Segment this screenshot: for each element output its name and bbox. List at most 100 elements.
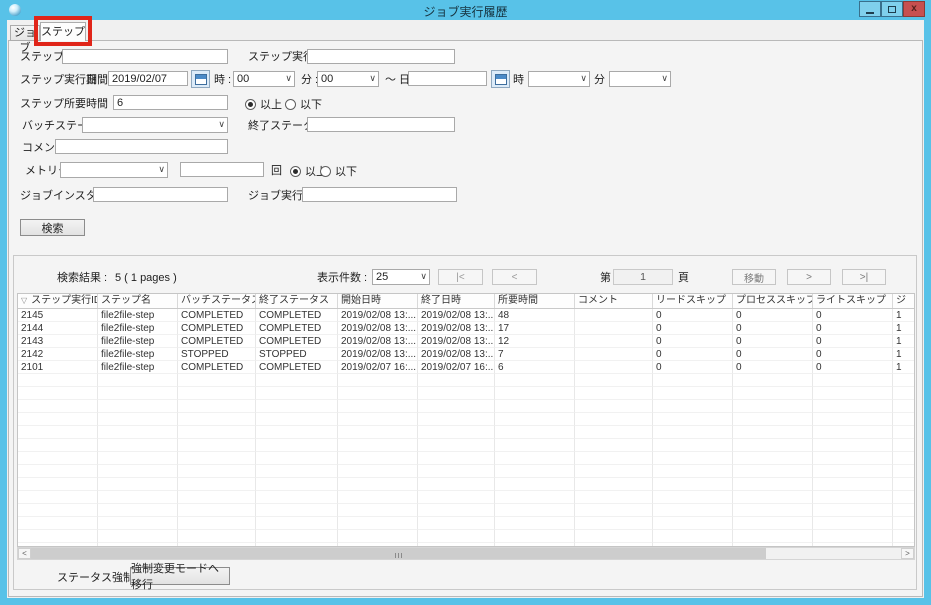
table-cell xyxy=(18,426,98,439)
table-cell: 2019/02/08 13:... xyxy=(338,309,418,322)
step-exec-id-input[interactable] xyxy=(307,49,455,64)
table-row[interactable]: 2142file2file-stepSTOPPEDSTOPPED2019/02/… xyxy=(18,348,915,361)
calendar-button-from[interactable] xyxy=(191,70,210,88)
exit-status-input[interactable] xyxy=(307,117,455,132)
table-row[interactable] xyxy=(18,426,915,439)
table-cell: 0 xyxy=(813,322,893,335)
search-button[interactable]: 検索 xyxy=(20,219,85,236)
metrics-select[interactable]: ∨ xyxy=(60,162,168,178)
table-cell: file2file-step xyxy=(98,335,178,348)
table-row[interactable]: 2145file2file-stepCOMPLETEDCOMPLETED2019… xyxy=(18,309,915,322)
column-header-9[interactable]: プロセススキップ xyxy=(733,294,813,308)
calendar-button-to[interactable] xyxy=(491,70,510,88)
minimize-button[interactable] xyxy=(859,1,881,17)
table-cell xyxy=(575,400,653,413)
first-page-button[interactable]: |< xyxy=(438,269,483,285)
table-cell xyxy=(575,387,653,400)
column-header-3[interactable]: 終了ステータス xyxy=(256,294,338,308)
table-row[interactable] xyxy=(18,504,915,517)
table-cell: 48 xyxy=(495,309,575,322)
period-hour-to-select[interactable]: ∨ xyxy=(528,71,590,87)
table-row[interactable]: 2101file2file-stepCOMPLETEDCOMPLETED2019… xyxy=(18,361,915,374)
column-header-1[interactable]: ステップ名 xyxy=(98,294,178,308)
table-row[interactable] xyxy=(18,452,915,465)
table-cell xyxy=(338,413,418,426)
table-cell xyxy=(575,491,653,504)
table-row[interactable] xyxy=(18,400,915,413)
table-cell: 12 xyxy=(495,335,575,348)
table-cell xyxy=(98,374,178,387)
period-minute-to-select[interactable]: ∨ xyxy=(609,71,671,87)
duration-radio-ge[interactable]: 以上 xyxy=(245,96,282,112)
scroll-left-icon[interactable]: < xyxy=(18,548,31,559)
table-cell xyxy=(98,400,178,413)
period-date-to-input[interactable] xyxy=(408,71,487,86)
table-cell xyxy=(575,465,653,478)
period-date-from-input[interactable] xyxy=(108,71,188,86)
table-row[interactable] xyxy=(18,478,915,491)
last-page-button[interactable]: >| xyxy=(842,269,886,285)
table-row[interactable] xyxy=(18,530,915,543)
table-row[interactable] xyxy=(18,374,915,387)
column-header-6[interactable]: 所要時間 xyxy=(495,294,575,308)
table-cell xyxy=(98,452,178,465)
page-number-input[interactable] xyxy=(613,269,673,285)
table-cell xyxy=(338,374,418,387)
table-cell: 0 xyxy=(813,348,893,361)
column-header-0[interactable]: ▽ステップ実行ID xyxy=(18,294,98,308)
duration-input[interactable] xyxy=(113,95,228,110)
table-cell xyxy=(338,439,418,452)
column-header-11[interactable]: ジ xyxy=(893,294,915,308)
table-row[interactable] xyxy=(18,413,915,426)
column-header-4[interactable]: 開始日時 xyxy=(338,294,418,308)
metrics-radio-le[interactable]: 以下 xyxy=(320,163,357,179)
scrollbar-thumb[interactable] xyxy=(31,548,766,559)
job-exec-id-input[interactable] xyxy=(302,187,457,202)
close-button[interactable]: x xyxy=(903,1,925,17)
table-row[interactable]: 2144file2file-stepCOMPLETEDCOMPLETED2019… xyxy=(18,322,915,335)
table-cell: STOPPED xyxy=(178,348,256,361)
step-name-input[interactable] xyxy=(62,49,228,64)
force-change-mode-button[interactable]: 強制変更モードへ移行 xyxy=(130,567,230,585)
batch-status-select[interactable]: ∨ xyxy=(82,117,228,133)
next-page-button[interactable]: > xyxy=(787,269,831,285)
job-instance-id-input[interactable] xyxy=(93,187,228,202)
table-cell xyxy=(418,530,495,543)
table-cell xyxy=(338,530,418,543)
page-size-select[interactable]: 25∨ xyxy=(372,269,430,285)
table-row[interactable] xyxy=(18,517,915,530)
comment-input[interactable] xyxy=(55,139,228,154)
table-cell xyxy=(733,465,813,478)
table-row[interactable]: 2143file2file-stepCOMPLETEDCOMPLETED2019… xyxy=(18,335,915,348)
column-header-10[interactable]: ライトスキップ xyxy=(813,294,893,308)
table-cell xyxy=(178,517,256,530)
prev-page-button[interactable]: < xyxy=(492,269,537,285)
go-page-button[interactable]: 移動 xyxy=(732,269,776,285)
table-row[interactable] xyxy=(18,465,915,478)
table-cell xyxy=(495,426,575,439)
scroll-right-icon[interactable]: > xyxy=(901,548,914,559)
horizontal-scrollbar[interactable]: < > xyxy=(17,547,915,560)
column-header-5[interactable]: 終了日時 xyxy=(418,294,495,308)
table-cell xyxy=(893,504,915,517)
table-cell xyxy=(98,439,178,452)
table-row[interactable] xyxy=(18,387,915,400)
table-row[interactable] xyxy=(18,491,915,504)
metrics-count-input[interactable] xyxy=(180,162,264,177)
table-cell xyxy=(98,413,178,426)
period-hour-from-select[interactable]: 00∨ xyxy=(233,71,295,87)
duration-radio-le[interactable]: 以下 xyxy=(285,96,322,112)
column-header-2[interactable]: バッチステータス xyxy=(178,294,256,308)
period-minute-from-select[interactable]: 00∨ xyxy=(317,71,379,87)
maximize-button[interactable] xyxy=(881,1,903,17)
table-cell xyxy=(418,413,495,426)
table-cell xyxy=(575,361,653,374)
results-count-value: 5 ( 1 pages ) xyxy=(115,271,177,286)
table-cell: file2file-step xyxy=(98,361,178,374)
table-cell xyxy=(495,400,575,413)
table-row[interactable] xyxy=(18,439,915,452)
column-header-7[interactable]: コメント xyxy=(575,294,653,308)
annotation-highlight-rectangle xyxy=(34,16,92,46)
table-cell xyxy=(178,478,256,491)
column-header-8[interactable]: リードスキップ xyxy=(653,294,733,308)
